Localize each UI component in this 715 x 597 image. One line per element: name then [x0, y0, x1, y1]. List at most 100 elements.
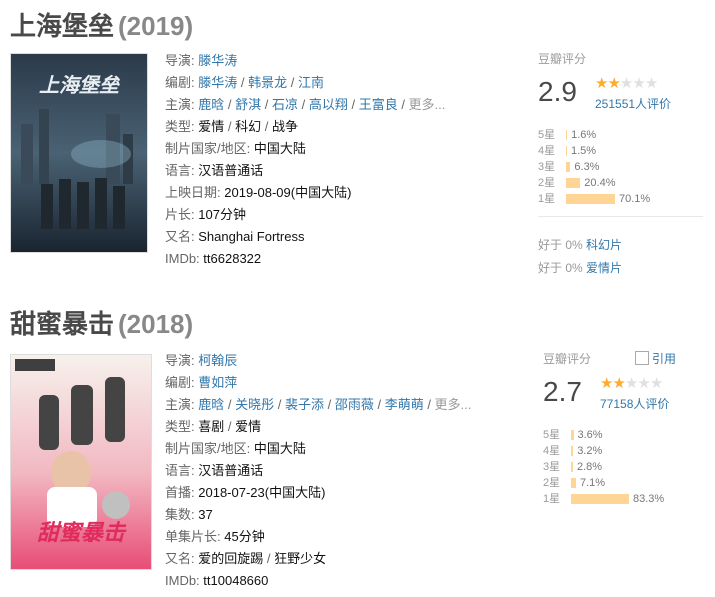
rating-bar-row: 4星 3.2% — [543, 443, 664, 459]
imdb-row: IMDb: tt10048660 — [165, 570, 471, 592]
cast-link[interactable]: 舒淇 — [235, 97, 261, 112]
cast-link[interactable]: 关晓彤 — [235, 397, 274, 412]
cast-link[interactable]: 高以翔 — [309, 97, 348, 112]
movie-poster[interactable]: 甜蜜暴击 — [10, 354, 152, 570]
country-value: 中国大陆 — [253, 141, 306, 156]
runtime-row: 片长: 107分钟 — [165, 204, 445, 226]
cast-label: 主演: — [165, 397, 195, 412]
language-row: 语言: 汉语普通话 — [165, 460, 471, 482]
rating-distribution: 5星 1.6% 4星 1.5% 3星 6.3% 2星 20.4% 1星 70.1% — [538, 127, 650, 207]
rating-bar-label: 5星 — [543, 429, 561, 441]
cite-label[interactable]: 引用 — [652, 352, 676, 366]
cast-row: 主演: 鹿晗 / 舒淇 / 石凉 / 高以翔 / 王富良 / 更多... — [165, 97, 446, 112]
rating-bar-row: 5星 3.6% — [543, 427, 664, 443]
rating-label: 豆瓣评分 — [543, 352, 592, 366]
rating-bar — [571, 446, 574, 457]
cast-link[interactable]: 石凉 — [272, 97, 298, 112]
rating-stars: ★★★★★ — [595, 74, 658, 92]
runtime-label: 片长: — [165, 207, 195, 222]
cast-link[interactable]: 鹿晗 — [198, 397, 224, 412]
language-label: 语言: — [165, 463, 195, 478]
genre-label: 类型: — [165, 119, 195, 134]
rating-bar-row: 1星 70.1% — [538, 191, 650, 207]
star-half-icon: ★ — [607, 75, 620, 92]
better-than-genre-link[interactable]: 爱情片 — [586, 261, 622, 275]
star-empty-icon: ★ — [637, 375, 650, 392]
director-label: 导演: — [165, 53, 195, 68]
writer-link[interactable]: 江南 — [298, 75, 324, 90]
rating-panel: 豆瓣评分 引用 2.7 ★★★★★ 77158人评价 5星 3.6% 4星 3.2%… — [543, 350, 713, 510]
country-value: 中国大陆 — [253, 441, 306, 456]
writer-link[interactable]: 曹如萍 — [198, 375, 237, 390]
rating-bar-pct: 3.6% — [577, 429, 603, 441]
more-cast-link[interactable]: 更多... — [409, 97, 446, 112]
cite-link[interactable]: 引用 — [635, 350, 676, 367]
cast-link[interactable]: 邵雨薇 — [335, 397, 374, 412]
director-row: 导演: 柯翰辰 — [165, 350, 471, 372]
movie-title[interactable]: 甜蜜暴击 (2018) — [10, 304, 193, 341]
movie-poster[interactable]: 上海堡垒 — [10, 53, 148, 253]
rating-bar-pct: 7.1% — [580, 477, 606, 489]
imdb-label: IMDb: — [165, 573, 200, 588]
aka-label: 又名: — [165, 229, 195, 244]
star-empty-icon: ★ — [632, 75, 645, 92]
release-date-value: 2019-08-09(中国大陆) — [224, 185, 352, 200]
genre: 爱情 — [235, 419, 262, 434]
movie-title-text[interactable]: 甜蜜暴击 — [10, 309, 114, 339]
aka-value: 狂野少女 — [274, 551, 327, 566]
aka-value: 爱的回旋踢 — [198, 551, 264, 566]
rating-bar-label: 1星 — [538, 193, 556, 205]
star-empty-icon: ★ — [644, 75, 658, 92]
cast-link[interactable]: 李萌萌 — [385, 397, 424, 412]
cast-label: 主演: — [165, 97, 195, 112]
imdb-label: IMDb: — [165, 251, 200, 266]
writer-link[interactable]: 滕华涛 — [198, 75, 237, 90]
imdb-value: tt6628322 — [203, 251, 262, 266]
premiere-label: 首播: — [165, 485, 195, 500]
episodes-value: 37 — [198, 507, 213, 522]
genre: 科幻 — [235, 119, 262, 134]
better-than-prefix: 好于 — [538, 261, 563, 275]
release-date-row: 上映日期: 2019-08-09(中国大陆) — [165, 182, 445, 204]
movie-title-text[interactable]: 上海堡垒 — [10, 11, 114, 41]
director-link[interactable]: 滕华涛 — [198, 53, 237, 68]
rating-bar-label: 3星 — [538, 161, 556, 173]
rating-votes-link[interactable]: 251551人评价 — [595, 95, 671, 112]
rating-bar-row: 3星 2.8% — [543, 459, 664, 475]
rating-bar-row: 5星 1.6% — [538, 127, 650, 143]
episodes-row: 集数: 37 — [165, 504, 471, 526]
runtime-row: 单集片长: 45分钟 — [165, 526, 471, 548]
rating-label: 豆瓣评分 — [538, 52, 587, 66]
rating-votes-link[interactable]: 77158人评价 — [600, 395, 669, 412]
premiere-row: 首播: 2018-07-23(中国大陆) — [165, 482, 471, 504]
genre: 喜剧 — [198, 419, 225, 434]
writer-link[interactable]: 韩景龙 — [248, 75, 287, 90]
poster-title: 甜蜜暴击 — [37, 520, 127, 546]
cast-link[interactable]: 裴子添 — [285, 397, 324, 412]
episodes-label: 集数: — [165, 507, 195, 522]
rating-bar-pct: 20.4% — [584, 177, 616, 189]
language-value: 汉语普通话 — [198, 163, 264, 178]
cast-link[interactable]: 鹿晗 — [198, 97, 224, 112]
rating-divider — [538, 216, 703, 217]
cast-link[interactable]: 王富良 — [359, 97, 398, 112]
rating-bar-row: 2星 20.4% — [538, 175, 650, 191]
director-link[interactable]: 柯翰辰 — [198, 353, 237, 368]
better-than-pct: 0% — [565, 238, 583, 252]
better-than-genre-link[interactable]: 科幻片 — [586, 238, 622, 252]
aka-label: 又名: — [165, 551, 195, 566]
more-cast-link[interactable]: 更多... — [435, 397, 472, 412]
rating-bar — [571, 462, 573, 473]
movie-info: 导演: 柯翰辰 编剧: 曹如萍 主演: 鹿晗 / 关晓彤 / 裴子添 / 邵雨薇… — [165, 350, 471, 592]
rating-stars: ★★★★★ — [600, 374, 663, 392]
rating-bar — [571, 494, 629, 505]
rating-bar-row: 1星 83.3% — [543, 491, 664, 507]
imdb-row: IMDb: tt6628322 — [165, 248, 445, 270]
star-empty-icon: ★ — [619, 75, 633, 92]
movie-title[interactable]: 上海堡垒 (2019) — [10, 6, 193, 43]
rating-bar-label: 4星 — [543, 445, 561, 457]
rating-bar-label: 3星 — [543, 461, 561, 473]
movie-year: (2018) — [118, 309, 194, 339]
rating-bar-row: 3星 6.3% — [538, 159, 650, 175]
premiere-value: 2018-07-23(中国大陆) — [198, 485, 326, 500]
